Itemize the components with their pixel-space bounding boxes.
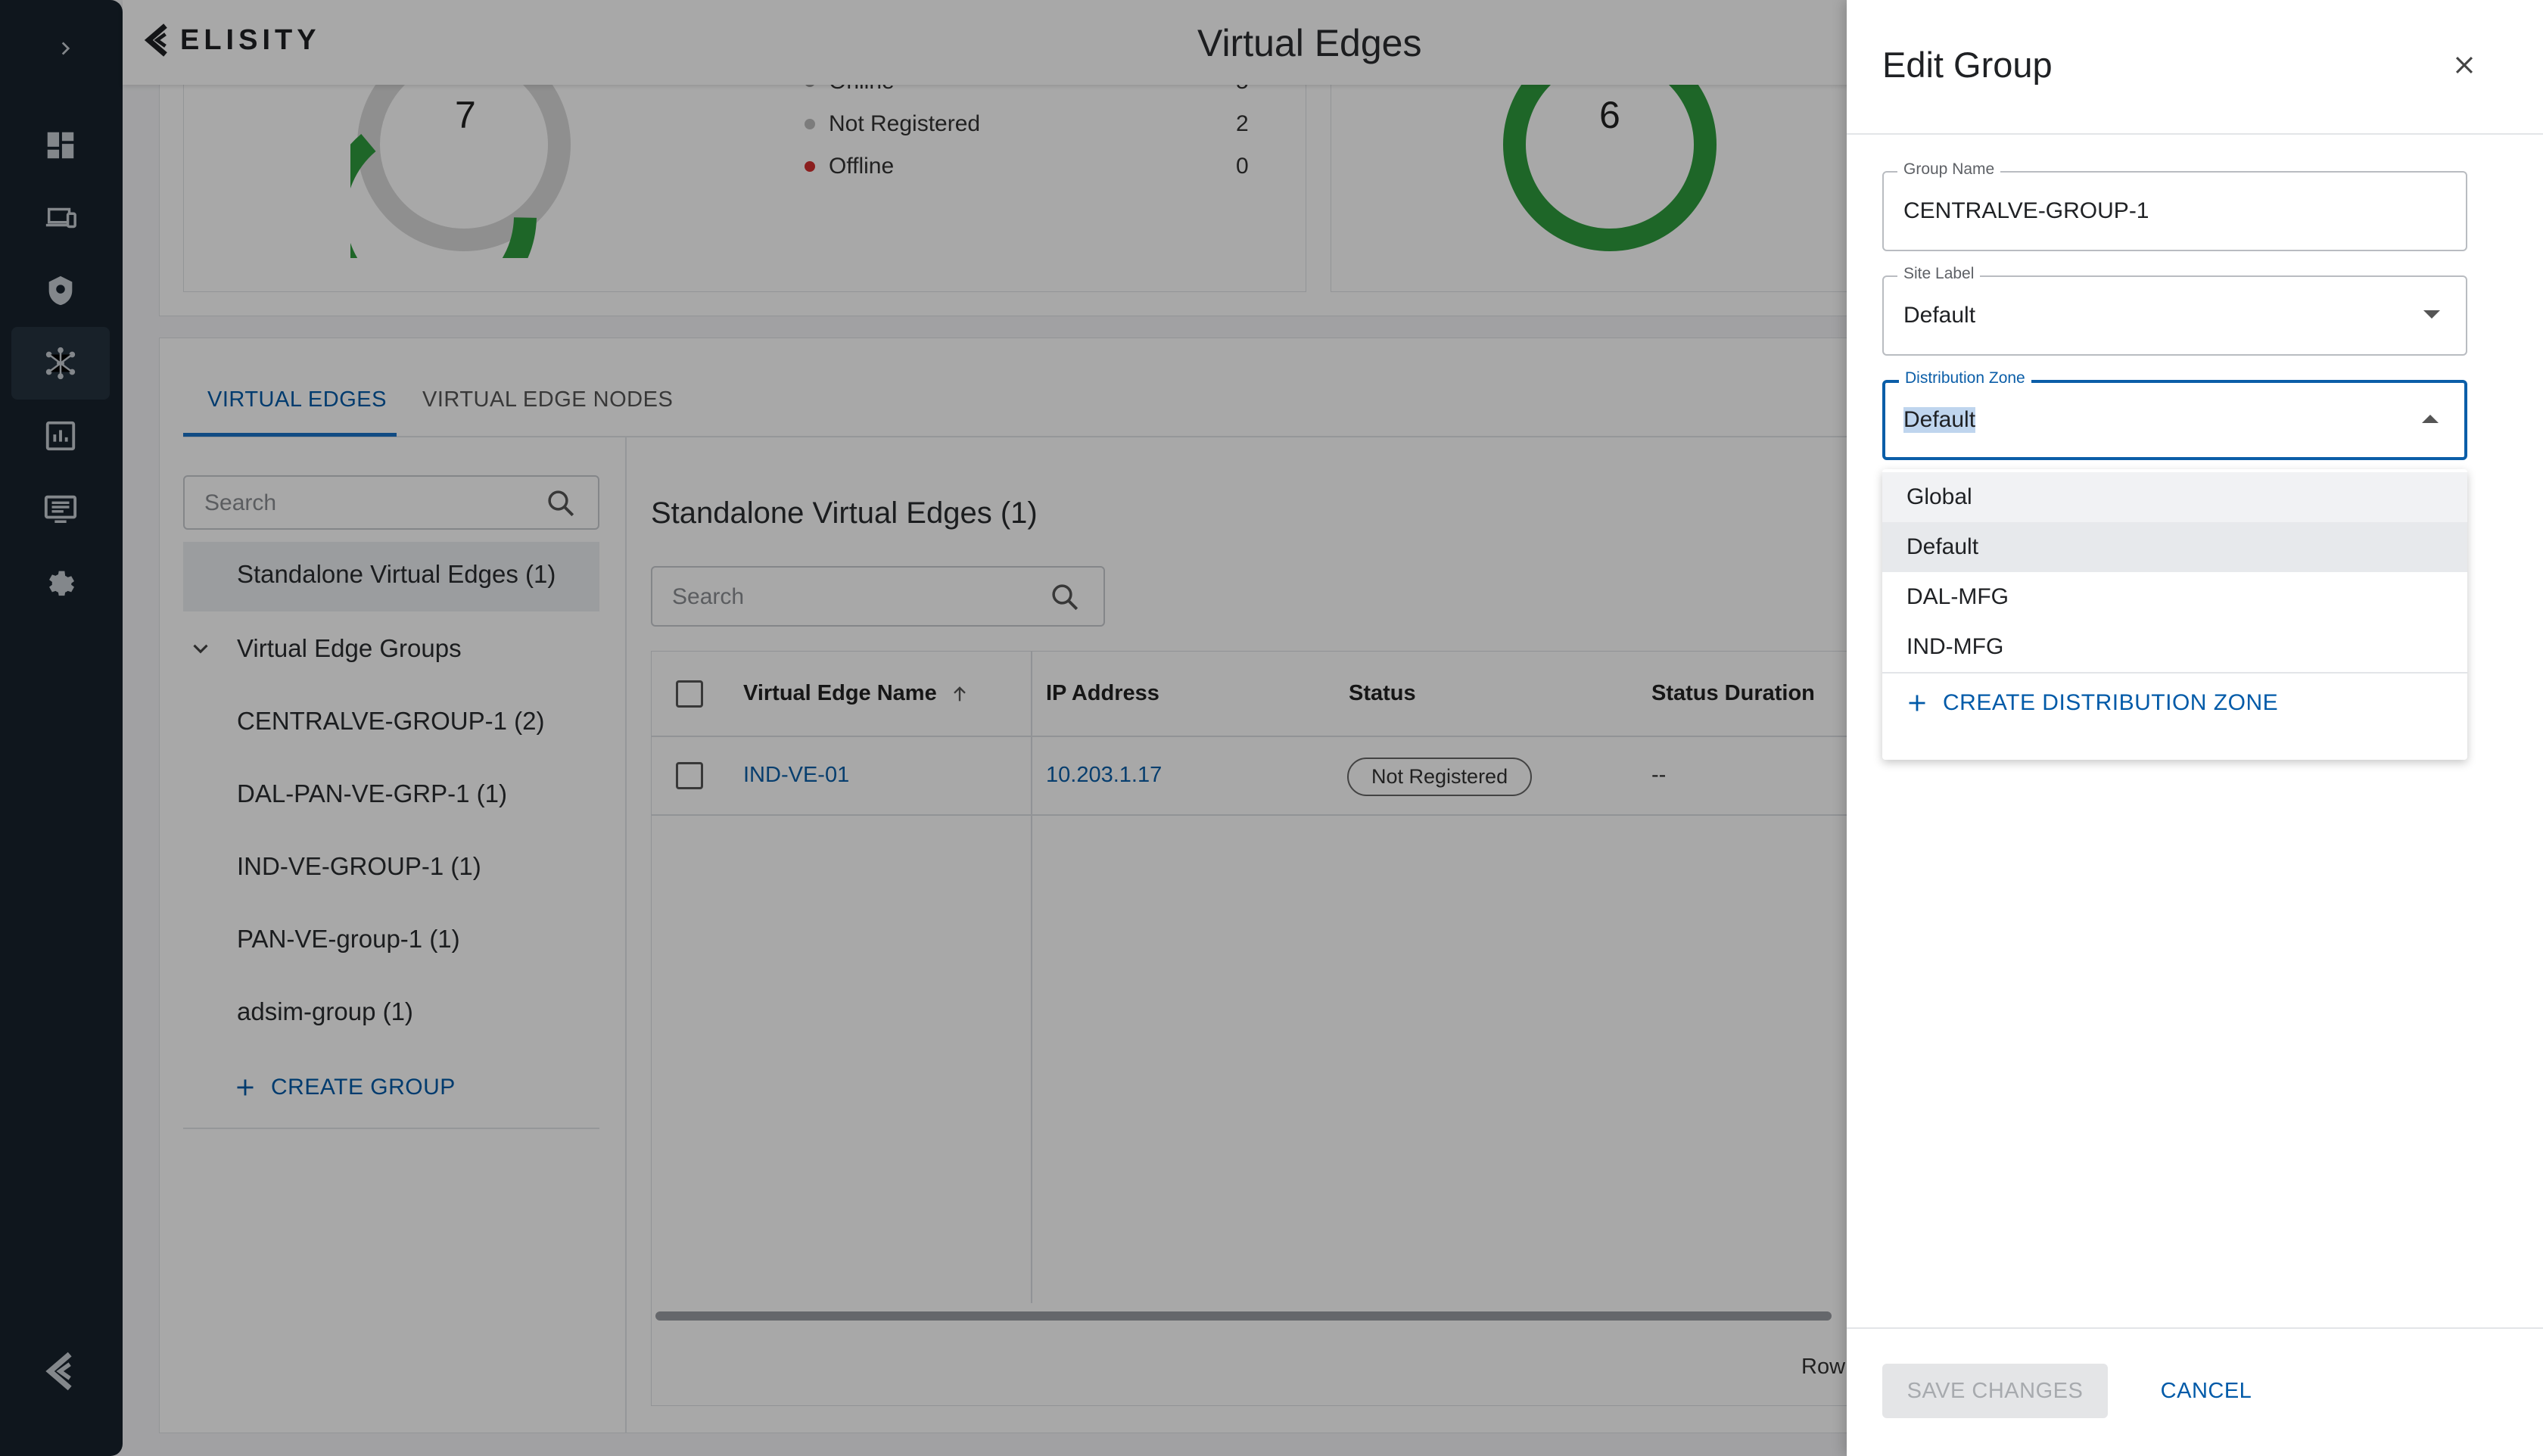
- zone-option-dal-mfg[interactable]: DAL-MFG: [1882, 572, 2467, 622]
- distribution-zone-select[interactable]: Distribution Zone Default: [1882, 369, 2467, 460]
- zone-option-global[interactable]: Global: [1882, 472, 2467, 522]
- drawer-title: Edit Group: [1882, 45, 2053, 85]
- group-name-field[interactable]: Group Name CENTRALVE-GROUP-1: [1882, 160, 2467, 251]
- zone-option-ind-mfg[interactable]: IND-MFG: [1882, 622, 2467, 672]
- plus-icon: [1909, 695, 1925, 711]
- group-name-value: CENTRALVE-GROUP-1: [1903, 198, 2149, 223]
- save-changes-button[interactable]: SAVE CHANGES: [1882, 1364, 2108, 1418]
- dropdown-arrow-icon: [2423, 310, 2440, 319]
- close-icon: [2455, 56, 2473, 74]
- dropdown-arrow-up-icon: [2422, 415, 2439, 423]
- drawer-header-divider: [1847, 133, 2543, 135]
- site-label-select[interactable]: Site Label Default: [1882, 265, 2467, 356]
- drawer-footer-divider: [1847, 1327, 2543, 1329]
- create-distribution-zone-button[interactable]: CREATE DISTRIBUTION ZONE: [1906, 690, 2278, 716]
- close-drawer-button[interactable]: [2442, 42, 2487, 88]
- distribution-zone-value: Default: [1903, 407, 1976, 433]
- edit-group-drawer: Edit Group Group Name CENTRALVE-GROUP-1 …: [1847, 0, 2543, 1456]
- menu-divider: [1882, 672, 2467, 674]
- cancel-button[interactable]: CANCEL: [2142, 1364, 2271, 1418]
- zone-option-default[interactable]: Default: [1882, 522, 2467, 572]
- distribution-zone-menu: Global Default DAL-MFG IND-MFG CREATE DI…: [1882, 469, 2467, 760]
- modal-backdrop[interactable]: [0, 0, 1847, 1456]
- site-label-value: Default: [1903, 303, 1976, 328]
